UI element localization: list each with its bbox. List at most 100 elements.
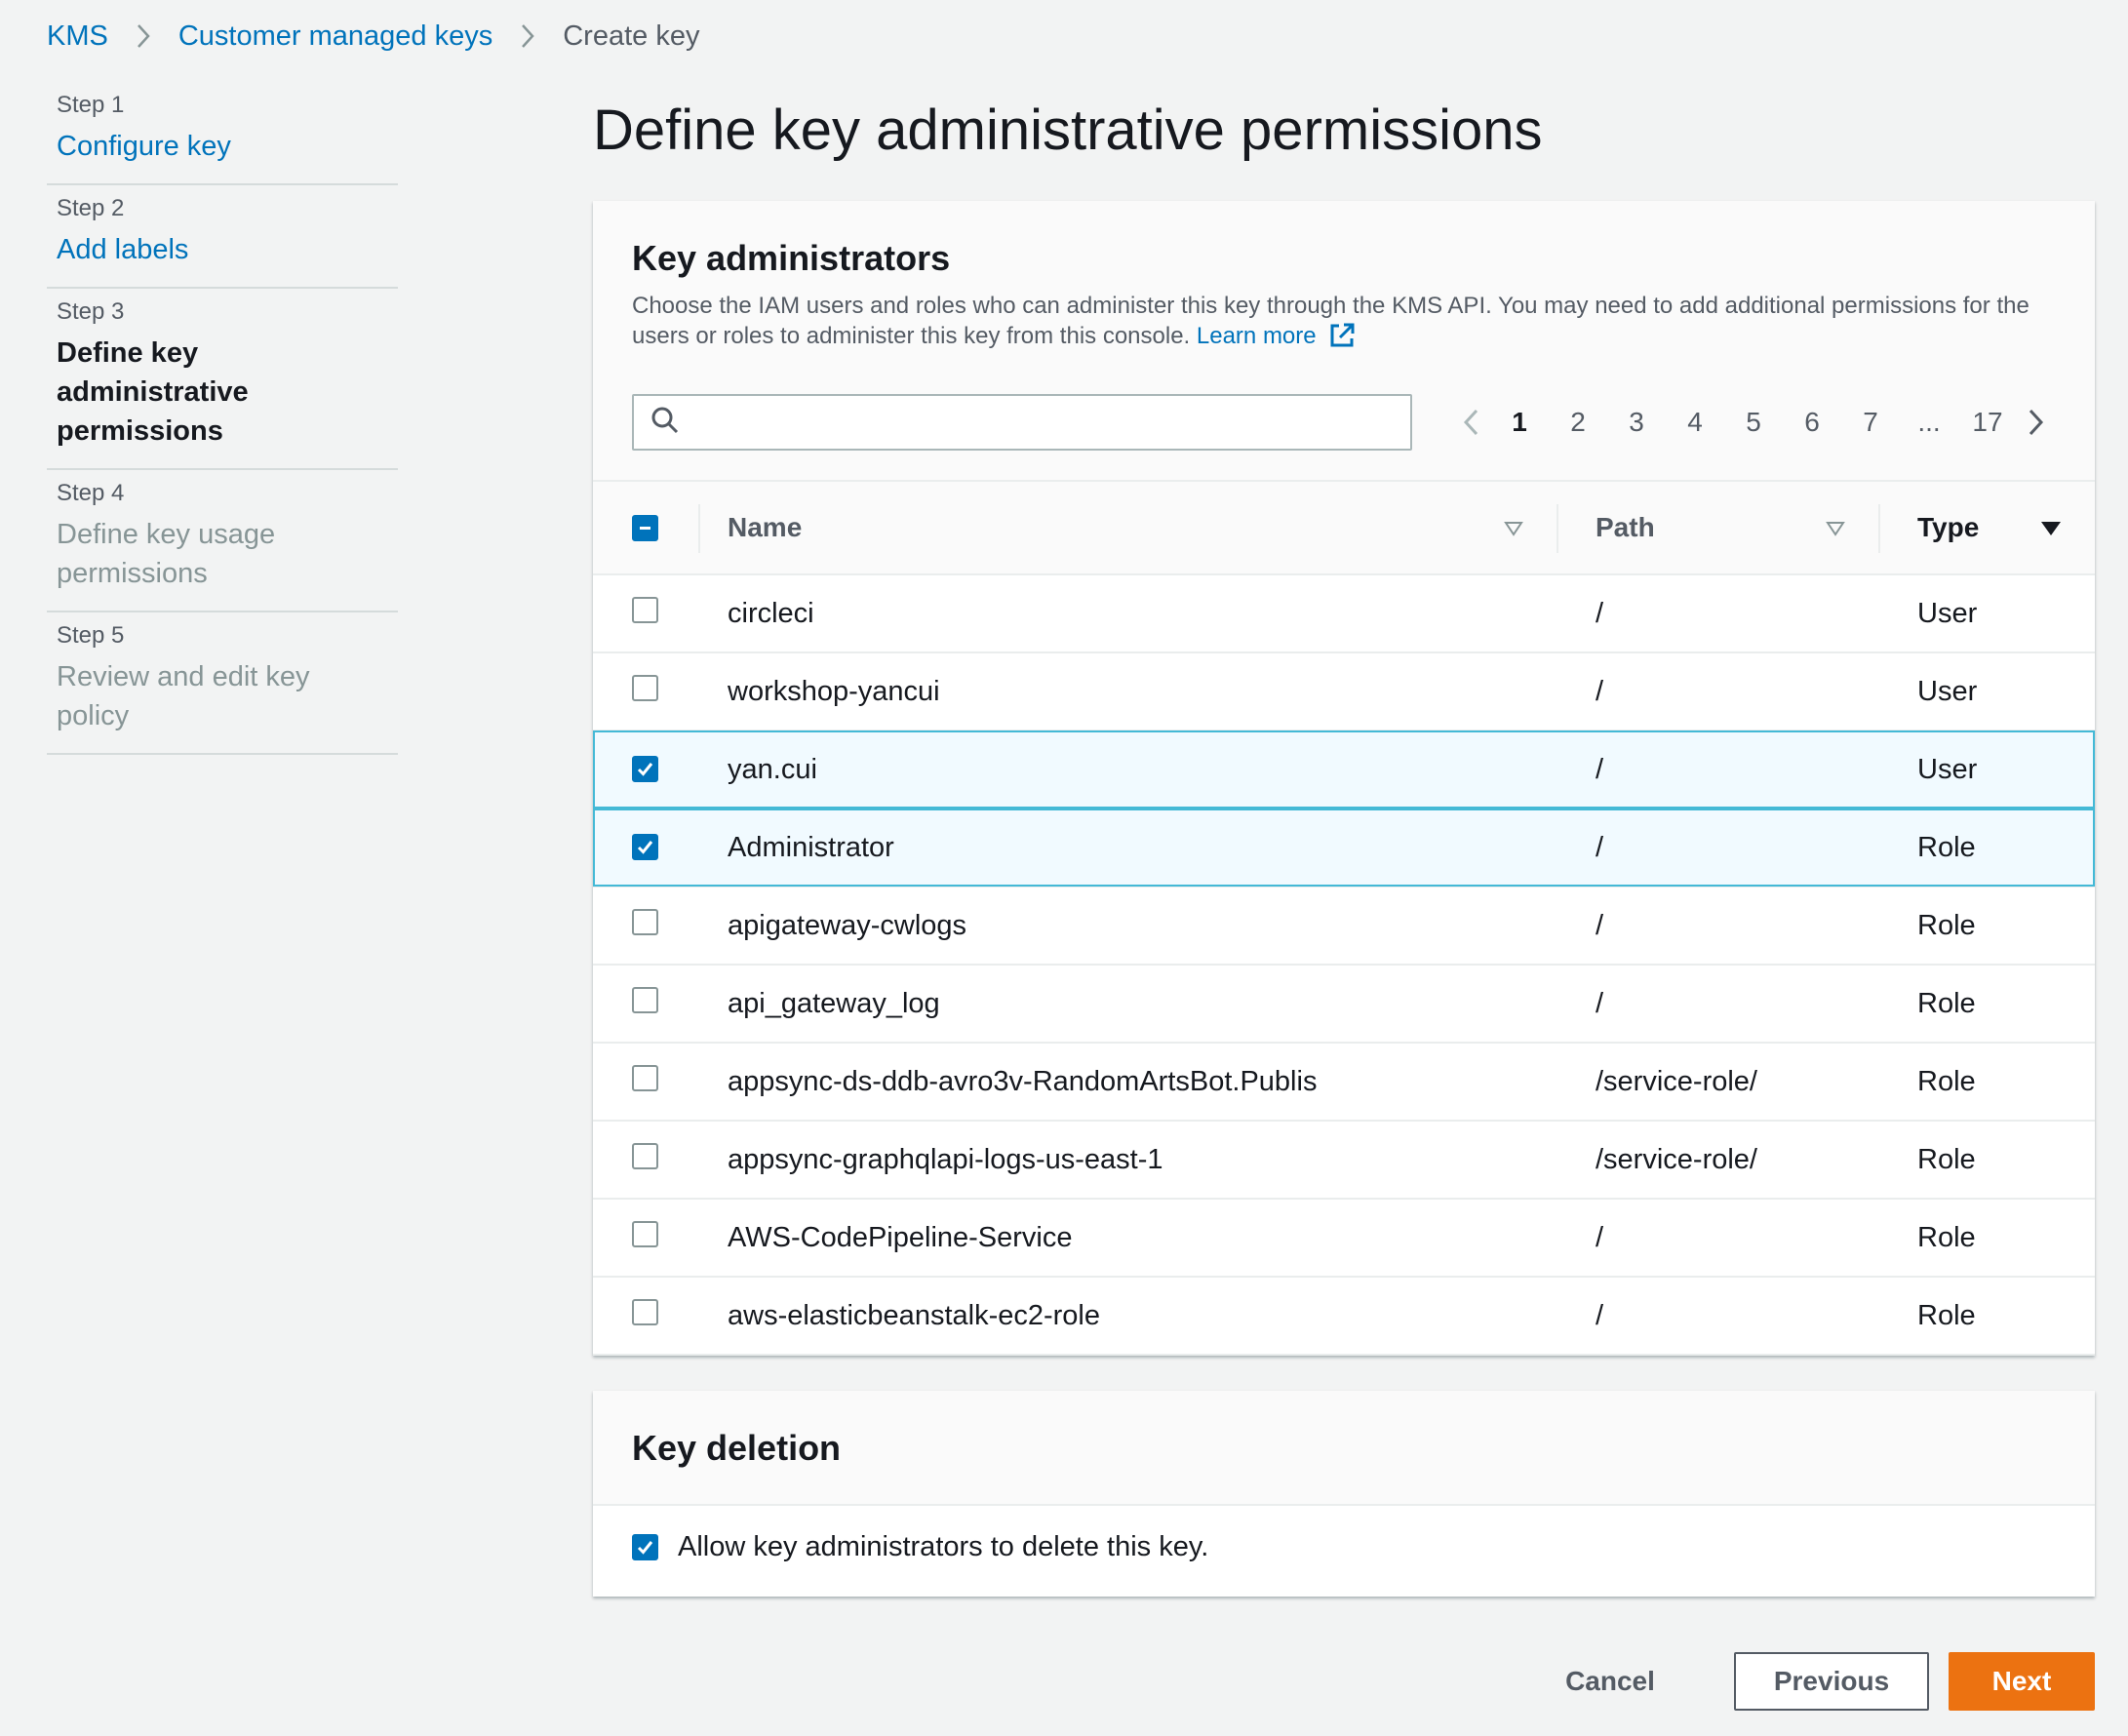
cell-path: /	[1596, 675, 1604, 707]
key-deletion-option: Allow key administrators to delete this …	[593, 1504, 2095, 1597]
table-row[interactable]: circleci / User	[593, 574, 2095, 652]
table-row[interactable]: Administrator / Role	[593, 809, 2095, 887]
page-2[interactable]: 2	[1549, 407, 1607, 438]
previous-button[interactable]: Previous	[1734, 1652, 1929, 1711]
learn-more-link[interactable]: Learn more	[1197, 323, 1317, 349]
key-deletion-panel: Key deletion Allow key administrators to…	[593, 1391, 2095, 1597]
step-number: Step 4	[57, 480, 125, 506]
table-row[interactable]: appsync-ds-ddb-avro3v-RandomArtsBot.Publ…	[593, 1043, 2095, 1121]
next-page-icon[interactable]	[2017, 407, 2056, 438]
cell-type: Role	[1917, 1065, 1976, 1097]
table-row[interactable]: api_gateway_log / Role	[593, 965, 2095, 1043]
page-7[interactable]: 7	[1841, 407, 1900, 438]
wizard-steps: Step 1 Configure key Step 2 Add labels S…	[47, 82, 398, 755]
row-checkbox[interactable]	[632, 1142, 658, 1169]
step-number: Step 2	[57, 195, 125, 221]
page-17[interactable]: 17	[1958, 407, 2017, 438]
column-name[interactable]: Name	[698, 481, 1557, 574]
row-checkbox-cell	[593, 574, 698, 652]
previous-page-icon[interactable]	[1451, 407, 1490, 438]
step-number: Step 3	[57, 298, 125, 325]
column-path[interactable]: Path	[1557, 481, 1878, 574]
cell-type: Role	[1917, 1143, 1976, 1175]
step-number: Step 5	[57, 622, 125, 649]
panel-title: Key deletion	[632, 1428, 842, 1468]
chevron-right-icon	[136, 22, 151, 50]
cell-path: /	[1596, 987, 1604, 1019]
column-type-label: Type	[1917, 512, 1980, 542]
step-title-disabled: Review and edit key policy	[57, 661, 310, 731]
cell-path: /	[1596, 831, 1604, 863]
row-checkbox[interactable]	[632, 1298, 658, 1325]
page-3[interactable]: 3	[1607, 407, 1666, 438]
row-checkbox-cell	[593, 1199, 698, 1277]
step-number: Step 1	[57, 92, 125, 118]
table-row[interactable]: workshop-yancui / User	[593, 652, 2095, 730]
row-checkbox-cell	[593, 809, 698, 887]
page-title: Define key administrative permissions	[593, 99, 1543, 162]
row-checkbox-cell	[593, 887, 698, 965]
cell-name: workshop-yancui	[728, 675, 940, 707]
row-checkbox[interactable]	[632, 755, 658, 782]
breadcrumb-customer-managed-keys[interactable]: Customer managed keys	[178, 20, 493, 53]
cell-path: /service-role/	[1596, 1143, 1757, 1175]
row-checkbox[interactable]	[632, 1220, 658, 1247]
cell-type: User	[1917, 597, 1978, 629]
cell-type: User	[1917, 753, 1978, 785]
page-1[interactable]: 1	[1490, 407, 1549, 438]
select-all-cell	[593, 481, 698, 574]
cell-name: circleci	[728, 597, 814, 629]
cell-path: /	[1596, 1299, 1604, 1331]
cell-name: appsync-graphqlapi-logs-us-east-1	[728, 1143, 1163, 1175]
step-2: Step 2 Add labels	[47, 185, 398, 289]
panel-header: Key administrators Choose the IAM users …	[593, 201, 2095, 480]
cell-name: aws-elasticbeanstalk-ec2-role	[728, 1299, 1100, 1331]
key-administrators-table: Name Path Type circleci / User workshop-…	[593, 480, 2095, 1356]
step-4: Step 4 Define key usage permissions	[47, 470, 398, 612]
page-4[interactable]: 4	[1666, 407, 1724, 438]
cell-type: Role	[1917, 831, 1976, 863]
cell-type: Role	[1917, 1299, 1976, 1331]
table-body: circleci / User workshop-yancui / User yan.cui…	[593, 574, 2095, 1355]
table-row[interactable]: apigateway-cwlogs / Role	[593, 887, 2095, 965]
cell-path: /service-role/	[1596, 1065, 1757, 1097]
cell-type: User	[1917, 675, 1978, 707]
table-row[interactable]: appsync-graphqlapi-logs-us-east-1/servic…	[593, 1121, 2095, 1199]
row-checkbox-cell	[593, 730, 698, 809]
table-row[interactable]: yan.cui / User	[593, 730, 2095, 809]
cell-name: Administrator	[728, 831, 894, 863]
page-6[interactable]: 6	[1783, 407, 1841, 438]
page-5[interactable]: 5	[1724, 407, 1783, 438]
table-header-row: Name Path Type	[593, 481, 2095, 574]
row-checkbox[interactable]	[632, 986, 658, 1013]
cancel-button[interactable]: Cancel	[1517, 1652, 1703, 1711]
panel-header: Key deletion	[593, 1391, 2095, 1504]
next-button[interactable]: Next	[1949, 1652, 2095, 1711]
row-checkbox-cell	[593, 1277, 698, 1355]
row-checkbox[interactable]	[632, 596, 658, 623]
row-checkbox[interactable]	[632, 833, 658, 860]
search-box[interactable]	[632, 394, 1412, 451]
row-checkbox[interactable]	[632, 908, 658, 935]
table-toolbar: 1 2 3 4 5 6 7 ... 17	[632, 357, 2056, 480]
sort-icon[interactable]	[1504, 512, 1523, 543]
column-type[interactable]: Type	[1878, 481, 2095, 574]
step-link-configure-key[interactable]: Configure key	[57, 131, 231, 162]
chevron-right-icon	[520, 22, 535, 50]
sort-descending-icon[interactable]	[2040, 512, 2062, 543]
table-row[interactable]: aws-elasticbeanstalk-ec2-role / Role	[593, 1277, 2095, 1355]
table-row[interactable]: AWS-CodePipeline-Service / Role	[593, 1199, 2095, 1277]
panel-description: Choose the IAM users and roles who can a…	[632, 291, 2056, 357]
sort-icon[interactable]	[1826, 512, 1845, 543]
allow-deletion-label[interactable]: Allow key administrators to delete this …	[678, 1531, 1208, 1563]
cell-path: /	[1596, 1221, 1604, 1253]
panel-title: Key administrators	[632, 238, 951, 278]
allow-deletion-checkbox[interactable]	[632, 1534, 658, 1560]
breadcrumb-kms[interactable]: KMS	[47, 20, 108, 53]
row-checkbox[interactable]	[632, 1064, 658, 1091]
external-link-icon[interactable]	[1328, 322, 1356, 357]
search-input[interactable]	[681, 396, 1410, 449]
step-link-add-labels[interactable]: Add labels	[57, 234, 188, 265]
row-checkbox[interactable]	[632, 674, 658, 701]
select-all-checkbox[interactable]	[632, 515, 658, 541]
